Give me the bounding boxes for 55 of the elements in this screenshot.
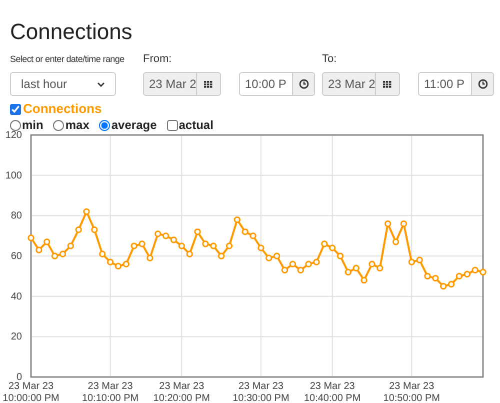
chevron-down-icon <box>97 82 105 86</box>
data-point <box>83 208 90 215</box>
range-select[interactable]: last hour <box>10 72 116 96</box>
mode-label: average <box>111 118 157 132</box>
mode-radio[interactable] <box>99 120 110 130</box>
page-title: Connections <box>10 20 134 44</box>
grid-icon <box>204 80 213 88</box>
data-point <box>146 254 154 262</box>
grid-icon <box>383 80 392 88</box>
time-field[interactable]: 10:00 P <box>239 72 293 96</box>
y-tick-label: 40 <box>10 291 22 302</box>
calendar-button[interactable] <box>376 72 400 96</box>
data-point <box>218 252 225 260</box>
data-point <box>384 220 392 228</box>
series-label: Connections <box>23 102 102 116</box>
mode-radio[interactable] <box>10 120 21 130</box>
x-tick-label: 23 Mar 23 10:40:00 PM <box>303 381 362 403</box>
field-label: From: <box>143 52 172 66</box>
mode-radio[interactable] <box>53 120 64 130</box>
clock-icon <box>478 79 488 89</box>
data-point <box>360 276 368 284</box>
mode-checkbox[interactable] <box>166 120 178 130</box>
calendar-button[interactable] <box>197 72 221 96</box>
y-tick-label: 0 <box>16 372 22 383</box>
mode-label: min <box>22 118 44 132</box>
x-tick-label: 23 Mar 23 10:20:00 PM <box>152 381 211 403</box>
mode-label: actual <box>178 118 214 132</box>
data-point <box>91 226 98 234</box>
x-tick-label: 23 Mar 23 10:00:00 PM <box>2 381 60 403</box>
data-point <box>234 216 241 224</box>
data-point <box>194 228 201 236</box>
clock-button[interactable] <box>293 72 315 96</box>
y-tick-label: 20 <box>10 332 22 343</box>
data-point <box>28 234 34 242</box>
date-field[interactable]: 23 Mar 2 <box>322 72 376 96</box>
series-checkbox[interactable] <box>10 104 21 114</box>
y-tick-label: 80 <box>10 210 22 222</box>
x-tick-label: 23 Mar 23 10:10:00 PM <box>81 381 140 403</box>
y-tick-label: 100 <box>5 170 22 182</box>
clock-icon <box>298 79 308 89</box>
field-label: To: <box>322 52 337 66</box>
data-point <box>75 226 82 234</box>
y-tick-label: 60 <box>10 251 22 262</box>
data-point <box>258 244 264 252</box>
data-point <box>392 238 400 246</box>
x-tick-label: 23 Mar 23 10:50:00 PM <box>382 381 441 403</box>
x-tick-label: 23 Mar 23 10:30:00 PM <box>232 381 290 403</box>
data-point <box>226 242 233 250</box>
clock-button[interactable] <box>472 72 494 96</box>
field-label: Select or enter date/time range <box>10 53 124 66</box>
y-tick-label: 120 <box>5 130 22 141</box>
mode-label: max <box>65 118 90 132</box>
time-field[interactable]: 11:00 P <box>418 72 472 96</box>
data-point <box>400 220 408 228</box>
date-field[interactable]: 23 Mar 2 <box>143 72 197 96</box>
